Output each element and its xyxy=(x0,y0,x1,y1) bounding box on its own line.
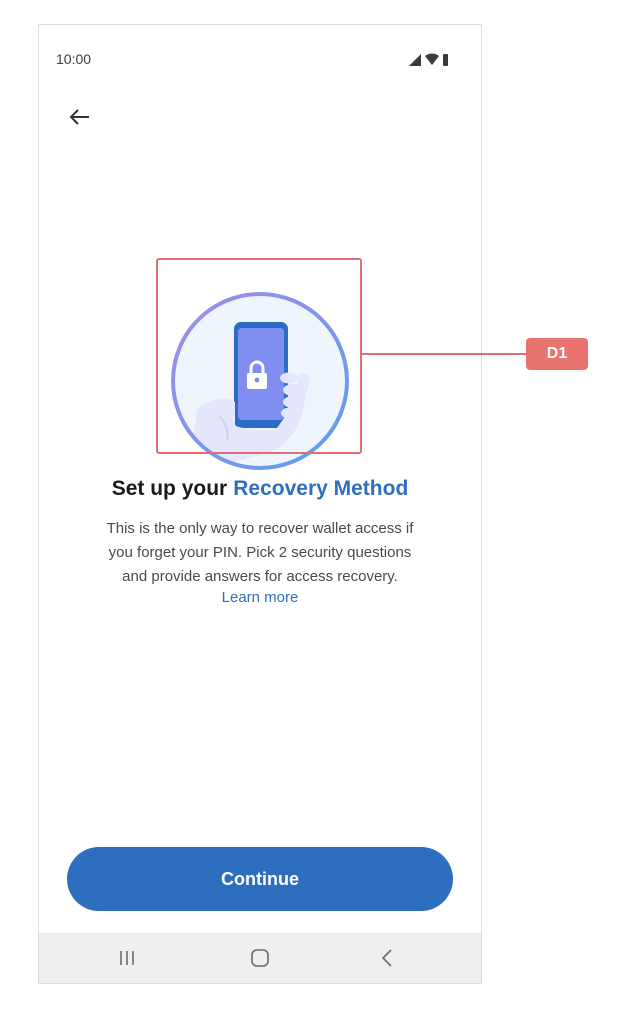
title-prefix: Set up your xyxy=(111,477,228,500)
recents-icon[interactable] xyxy=(113,945,141,971)
annotation-badge: D1 xyxy=(526,338,588,370)
description-line: and provide answers for access recovery. xyxy=(122,568,398,585)
page-title: Set up your Recovery Method xyxy=(39,477,481,501)
description-line: This is the only way to recover wallet a… xyxy=(106,520,414,537)
battery-icon xyxy=(443,54,448,66)
description-line: you forget your PIN. Pick 2 security que… xyxy=(108,544,412,561)
phone-screen: 10:00 Set up your Recovery Method This i… xyxy=(38,24,482,984)
status-icons xyxy=(409,53,448,66)
home-icon[interactable] xyxy=(246,945,274,971)
back-arrow-icon[interactable] xyxy=(63,101,95,133)
continue-button[interactable]: Continue xyxy=(67,847,453,911)
status-bar: 10:00 xyxy=(39,25,481,89)
annotation-connector xyxy=(362,353,526,355)
wifi-icon xyxy=(425,53,439,65)
nav-back-icon[interactable] xyxy=(374,945,402,971)
status-time: 10:00 xyxy=(56,51,92,67)
signal-icon xyxy=(409,54,421,66)
learn-more-link[interactable]: Learn more xyxy=(39,589,481,606)
title-highlight: Recovery Method xyxy=(233,477,409,500)
system-nav-bar xyxy=(39,933,481,983)
description: This is the only way to recover wallet a… xyxy=(63,517,457,589)
annotation-box xyxy=(156,258,362,454)
